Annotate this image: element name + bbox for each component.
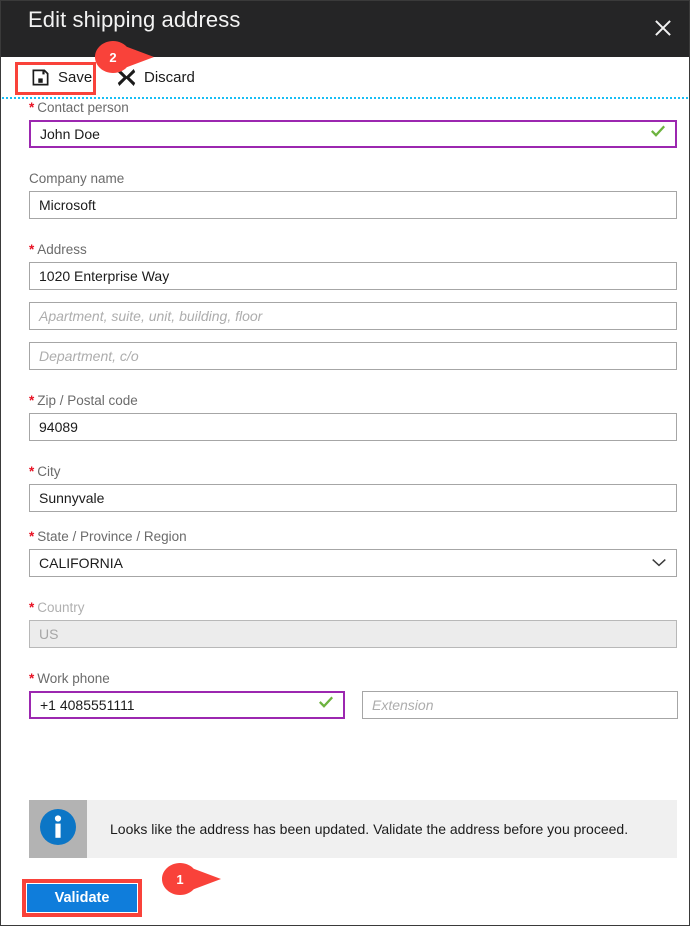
required-asterisk: * xyxy=(29,600,35,615)
company-name-value: Microsoft xyxy=(39,197,96,213)
edit-shipping-address-dialog: Edit shipping address Save Discard * Con… xyxy=(0,0,690,926)
work-phone-input[interactable]: +1 4085551111 xyxy=(29,691,345,719)
country-input: US xyxy=(29,620,677,648)
field-contact-person: * Contact person John Doe xyxy=(1,100,689,148)
validate-button[interactable]: Validate xyxy=(27,884,137,912)
extension-input[interactable]: Extension xyxy=(362,691,678,719)
dialog-toolbar: Save Discard xyxy=(1,57,689,98)
work-phone-row: +1 4085551111 Extension xyxy=(29,691,689,719)
field-label: * Zip / Postal code xyxy=(29,393,138,408)
state-province-region-select[interactable]: CALIFORNIA xyxy=(29,549,677,577)
info-circle-icon xyxy=(39,808,77,851)
required-asterisk: * xyxy=(29,393,35,408)
chevron-down-icon[interactable] xyxy=(652,554,666,572)
save-button[interactable]: Save xyxy=(23,62,100,93)
dialog-titlebar: Edit shipping address xyxy=(1,1,689,57)
field-label: * Work phone xyxy=(29,671,110,686)
field-country: * Country US xyxy=(1,600,689,648)
extension-placeholder: Extension xyxy=(372,697,434,713)
valid-check-icon xyxy=(318,696,334,715)
valid-check-icon xyxy=(650,125,666,144)
page-title: Edit shipping address xyxy=(28,7,241,32)
country-value: US xyxy=(39,626,59,642)
field-city: * City Sunnyvale xyxy=(1,464,689,512)
discard-button[interactable]: Discard xyxy=(109,62,203,93)
required-asterisk: * xyxy=(29,529,35,544)
discard-button-label: Discard xyxy=(144,69,195,86)
city-input[interactable]: Sunnyvale xyxy=(29,484,677,512)
required-asterisk: * xyxy=(29,100,35,115)
company-name-input[interactable]: Microsoft xyxy=(29,191,677,219)
field-label: * City xyxy=(29,464,61,479)
info-icon-container xyxy=(29,800,87,858)
callout-number: 1 xyxy=(176,871,184,887)
callout-badge-1: 1 xyxy=(161,863,223,895)
apartment-placeholder: Apartment, suite, unit, building, floor xyxy=(39,308,263,324)
save-button-label: Save xyxy=(58,69,93,86)
info-message-text: Looks like the address has been updated.… xyxy=(110,821,629,837)
work-phone-value: +1 4085551111 xyxy=(40,697,135,713)
field-apartment: Apartment, suite, unit, building, floor xyxy=(1,302,689,330)
department-input[interactable]: Department, c/o xyxy=(29,342,677,370)
field-zip-postal-code: * Zip / Postal code 94089 xyxy=(1,393,689,441)
field-work-phone: * Work phone +1 4085551111 Extension xyxy=(1,671,689,719)
field-state-province-region: * State / Province / Region CALIFORNIA xyxy=(1,529,689,577)
field-label: * Country xyxy=(29,600,85,615)
state-province-region-value: CALIFORNIA xyxy=(39,555,124,571)
toolbar-divider xyxy=(2,97,688,99)
department-placeholder: Department, c/o xyxy=(39,348,139,364)
save-floppy-icon xyxy=(29,67,51,89)
field-label: * Contact person xyxy=(29,100,129,115)
field-address: * Address 1020 Enterprise Way xyxy=(1,242,689,290)
field-label: * State / Province / Region xyxy=(29,529,187,544)
close-x-icon xyxy=(115,67,137,89)
address-input[interactable]: 1020 Enterprise Way xyxy=(29,262,677,290)
zip-postal-code-value: 94089 xyxy=(39,419,78,435)
field-label: * Address xyxy=(29,242,87,257)
field-label: Company name xyxy=(29,171,125,186)
close-icon[interactable] xyxy=(643,7,683,47)
required-asterisk: * xyxy=(29,671,35,686)
contact-person-input[interactable]: John Doe xyxy=(29,120,677,148)
city-value: Sunnyvale xyxy=(39,490,105,506)
field-company-name: Company name Microsoft xyxy=(1,171,689,219)
field-department: Department, c/o xyxy=(1,342,689,370)
zip-postal-code-input[interactable]: 94089 xyxy=(29,413,677,441)
address-value: 1020 Enterprise Way xyxy=(39,268,170,284)
required-asterisk: * xyxy=(29,464,35,479)
contact-person-value: John Doe xyxy=(40,126,100,142)
info-message-bar: Looks like the address has been updated.… xyxy=(29,800,677,858)
apartment-input[interactable]: Apartment, suite, unit, building, floor xyxy=(29,302,677,330)
shipping-address-form: * Contact person John Doe Company name Mi… xyxy=(1,100,689,719)
required-asterisk: * xyxy=(29,242,35,257)
